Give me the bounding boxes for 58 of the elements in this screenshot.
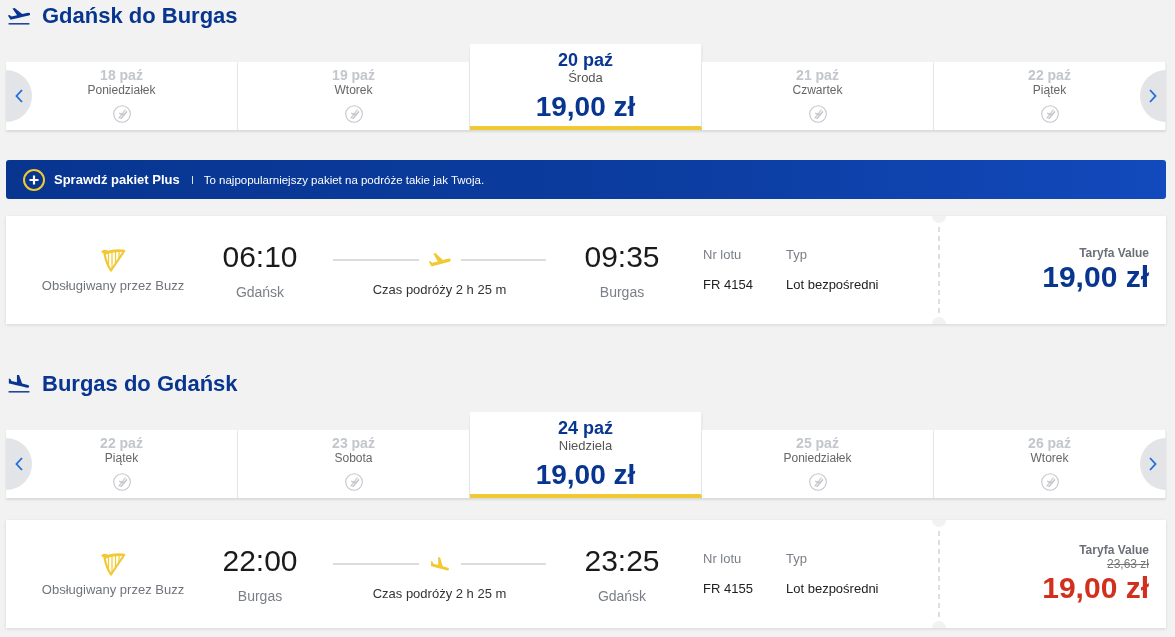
- fare-price: 19,00 zł: [1042, 571, 1149, 605]
- field-label: Nr lotu: [703, 551, 743, 567]
- arrival-city: Gdańsk: [597, 588, 647, 604]
- date-tab[interactable]: 25 paź Poniedziałek: [702, 430, 934, 498]
- takeoff-icon: [8, 7, 30, 25]
- chevron-left-icon: [15, 457, 23, 471]
- promo-banner[interactable]: Sprawdź pakiet Plus To najpopularniejszy pakiet na podróże takie jak Twoja.: [6, 160, 1166, 199]
- date-tab[interactable]: 18 paź Poniedziałek: [6, 62, 238, 130]
- date-tab[interactable]: 26 paź Wtorek: [934, 430, 1166, 498]
- operator-label: Obsługiwany przez Buzz: [41, 582, 185, 597]
- no-flight-icon: [344, 105, 363, 123]
- date-tab[interactable]: 24 paź Niedziela 19,00 zł: [470, 412, 702, 498]
- field-label: Typ: [786, 551, 808, 567]
- date-tab[interactable]: 22 paź Piątek: [6, 430, 238, 498]
- arrival-time: 09:35: [584, 240, 660, 274]
- no-flight-icon: [1040, 473, 1059, 491]
- departure-city: Burgas: [237, 588, 283, 604]
- fare-price: 19,00 zł: [1042, 260, 1149, 294]
- banner-title: Sprawdź pakiet Plus: [54, 172, 180, 187]
- date-tab[interactable]: 19 paź Wtorek: [238, 62, 470, 130]
- flight-number: FR 4154: [703, 277, 754, 293]
- plus-icon: [23, 168, 45, 191]
- old-price: 23,63 zł: [1106, 557, 1149, 571]
- chevron-right-icon: [1149, 457, 1157, 471]
- harp-icon: [100, 552, 126, 576]
- no-flight-icon: [112, 105, 131, 123]
- departure-time: 22:00: [222, 544, 298, 578]
- flight-duration: Czas podróży 2 h 25 m: [372, 282, 507, 298]
- harp-icon: [100, 248, 126, 272]
- departure-time: 06:10: [222, 240, 298, 274]
- flight-duration: Czas podróży 2 h 25 m: [372, 586, 507, 602]
- departure-city: Gdańsk: [235, 284, 285, 300]
- date-tab[interactable]: 22 paź Piątek: [934, 62, 1166, 130]
- field-label: Typ: [786, 247, 808, 263]
- chevron-left-icon: [15, 89, 23, 103]
- operator-label: Obsługiwany przez Buzz: [41, 278, 185, 293]
- chevron-right-icon: [1149, 89, 1157, 103]
- no-flight-icon: [808, 473, 827, 491]
- flight-number: FR 4155: [703, 581, 754, 597]
- date-tab[interactable]: 21 paź Czwartek: [702, 62, 934, 130]
- no-flight-icon: [1040, 105, 1059, 123]
- plane-icon: [427, 253, 452, 267]
- no-flight-icon: [112, 473, 131, 491]
- arrival-time: 23:25: [584, 544, 660, 578]
- fare-name: Taryfa Value: [1079, 543, 1149, 557]
- field-label: Nr lotu: [703, 247, 743, 263]
- route-title: Burgas do Gdańsk: [42, 370, 238, 398]
- no-flight-icon: [808, 105, 827, 123]
- fare-name: Taryfa Value: [1079, 246, 1149, 260]
- date-tab[interactable]: 23 paź Sobota: [238, 430, 470, 498]
- date-tab[interactable]: 20 paź Środa 19,00 zł: [470, 44, 702, 130]
- no-flight-icon: [344, 473, 363, 491]
- banner-text: To najpopularniejszy pakiet na podróże takie jak Twoja.: [203, 173, 485, 186]
- flight-type: Lot bezpośredni: [786, 277, 880, 293]
- landing-icon: [8, 375, 30, 393]
- arrival-city: Burgas: [599, 284, 645, 300]
- route-title: Gdańsk do Burgas: [42, 2, 238, 30]
- flight-type: Lot bezpośredni: [786, 581, 880, 597]
